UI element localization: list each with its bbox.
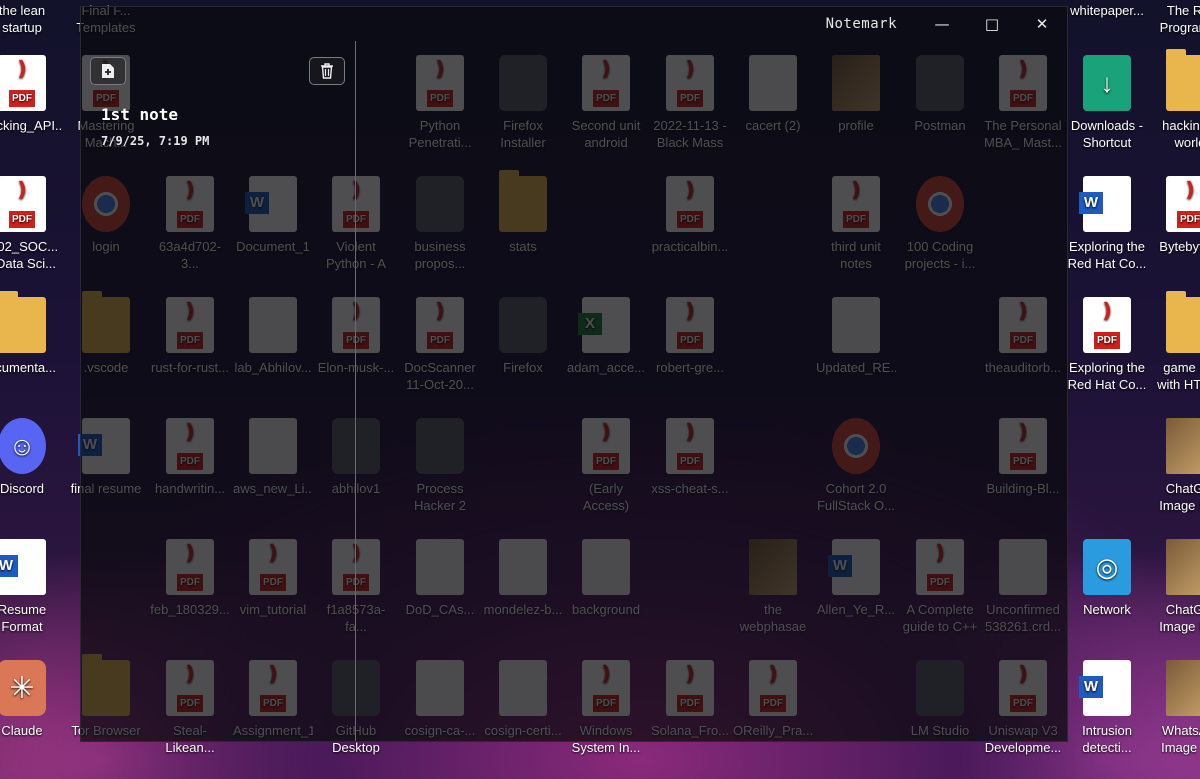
desktop-icon[interactable]: game c... with HTM... xyxy=(1150,291,1200,393)
discord-icon xyxy=(0,418,46,474)
network-icon xyxy=(1083,539,1131,595)
desktop-icon[interactable]: Bytebyte... xyxy=(1150,176,1200,255)
notemark-window: Notemark — □ ✕ 1st note 7/9/25, 7:19 PM xyxy=(80,6,1068,742)
desktop-icon[interactable]: Exploring the Red Hat Co... xyxy=(1067,176,1147,272)
title-bar[interactable]: Notemark — □ ✕ xyxy=(81,7,1067,41)
note-list-item[interactable]: 1st note 7/9/25, 7:19 PM xyxy=(89,99,363,154)
desktop-icon[interactable]: hacking... world xyxy=(1150,49,1200,151)
new-note-button[interactable] xyxy=(90,57,126,85)
folder-icon xyxy=(1166,291,1200,353)
folder-icon xyxy=(0,291,46,353)
desktop-icon[interactable]: Exploring the Red Hat Co... xyxy=(1067,297,1147,393)
photo-icon xyxy=(1166,539,1200,595)
note-title: 1st note xyxy=(101,105,179,124)
desktop-icon-label: Claude xyxy=(1,723,43,738)
desktop-icon-label: Downloads - Shortcut xyxy=(1070,118,1144,150)
word-icon xyxy=(0,539,46,595)
photo-icon xyxy=(1166,418,1200,474)
desktop-icon-label: Bytebyte... xyxy=(1159,239,1200,254)
desktop-icon-label: Exploring the Red Hat Co... xyxy=(1067,239,1147,271)
desktop-icon-label: ocumenta... xyxy=(0,360,56,375)
maximize-button[interactable]: □ xyxy=(967,7,1017,41)
desktop-icon[interactable]: whitepaper... xyxy=(1067,2,1147,19)
desktop-icon[interactable]: hacking_API... xyxy=(0,55,62,134)
note-date: 7/9/25, 7:19 PM xyxy=(101,134,210,148)
desktop-icon-label: The R... Program... xyxy=(1159,3,1200,35)
desktop-icon[interactable]: ChatG... Image M... xyxy=(1150,418,1200,514)
folder-icon xyxy=(1166,49,1200,111)
desktop-icon[interactable]: Network xyxy=(1067,539,1147,618)
word-icon xyxy=(1079,660,1131,716)
close-icon: ✕ xyxy=(1035,15,1049,33)
claude-icon xyxy=(0,660,46,716)
pdf-icon xyxy=(1166,176,1200,232)
trash-icon xyxy=(321,63,333,79)
desktop-icon-label: Network xyxy=(1083,602,1131,617)
desktop-icon[interactable]: ocumenta... xyxy=(0,291,62,376)
minimize-button[interactable]: — xyxy=(917,7,967,41)
new-note-icon xyxy=(102,64,114,78)
desktop-icon-label: Intrusion detecti... xyxy=(1082,723,1132,755)
close-button[interactable]: ✕ xyxy=(1017,7,1067,41)
window-title: Notemark xyxy=(825,16,897,32)
desktop-icon[interactable]: Discord xyxy=(0,418,62,497)
desktop-icon[interactable]: Intrusion detecti... xyxy=(1067,660,1147,756)
desktop-icon[interactable]: Claude xyxy=(0,660,62,739)
note-editor[interactable] xyxy=(356,41,1067,741)
word-icon xyxy=(1079,176,1131,232)
pdf-icon xyxy=(0,55,46,111)
desktop-icon[interactable]: T-02_SOC... r Data Sci... xyxy=(0,176,62,272)
desktop-icon-label: T-02_SOC... r Data Sci... xyxy=(0,239,59,271)
desktop-icon[interactable]: Downloads - Shortcut xyxy=(1067,55,1147,151)
desktop-icon[interactable]: ChatG... Image M... xyxy=(1150,539,1200,635)
desktop-icon-label: hacking... world xyxy=(1162,118,1200,150)
desktop-icon[interactable]: the lean startup xyxy=(0,2,62,36)
desktop-icon-label: ChatG... Image M... xyxy=(1159,602,1200,634)
notes-sidebar: 1st note 7/9/25, 7:19 PM xyxy=(81,41,356,741)
download-folder-icon xyxy=(1083,55,1131,111)
desktop-icon[interactable]: The R... Program... xyxy=(1150,2,1200,36)
minimize-icon: — xyxy=(934,15,950,33)
pdf-icon xyxy=(1083,297,1131,353)
pdf-icon xyxy=(0,176,46,232)
desktop-icon-label: hacking_API... xyxy=(0,118,62,133)
desktop-icon-label: game c... with HTM... xyxy=(1157,360,1200,392)
desktop-icon-label: Exploring the Red Hat Co... xyxy=(1067,360,1147,392)
desktop-icon-label: Resume Format xyxy=(0,602,47,634)
desktop-icon-label: whitepaper... xyxy=(1070,3,1144,18)
desktop-icon-label: WhatsA... Image 2... xyxy=(1161,723,1200,755)
photo-icon xyxy=(1166,660,1200,716)
desktop-icon[interactable]: WhatsA... Image 2... xyxy=(1150,660,1200,756)
delete-note-button[interactable] xyxy=(309,57,345,85)
maximize-icon: □ xyxy=(984,15,1000,33)
desktop-icon-label: Discord xyxy=(0,481,45,496)
desktop-icon-label: the lean startup xyxy=(0,3,46,35)
desktop-icon-label: ChatG... Image M... xyxy=(1159,481,1200,513)
desktop-icon[interactable]: Resume Format xyxy=(0,539,62,635)
